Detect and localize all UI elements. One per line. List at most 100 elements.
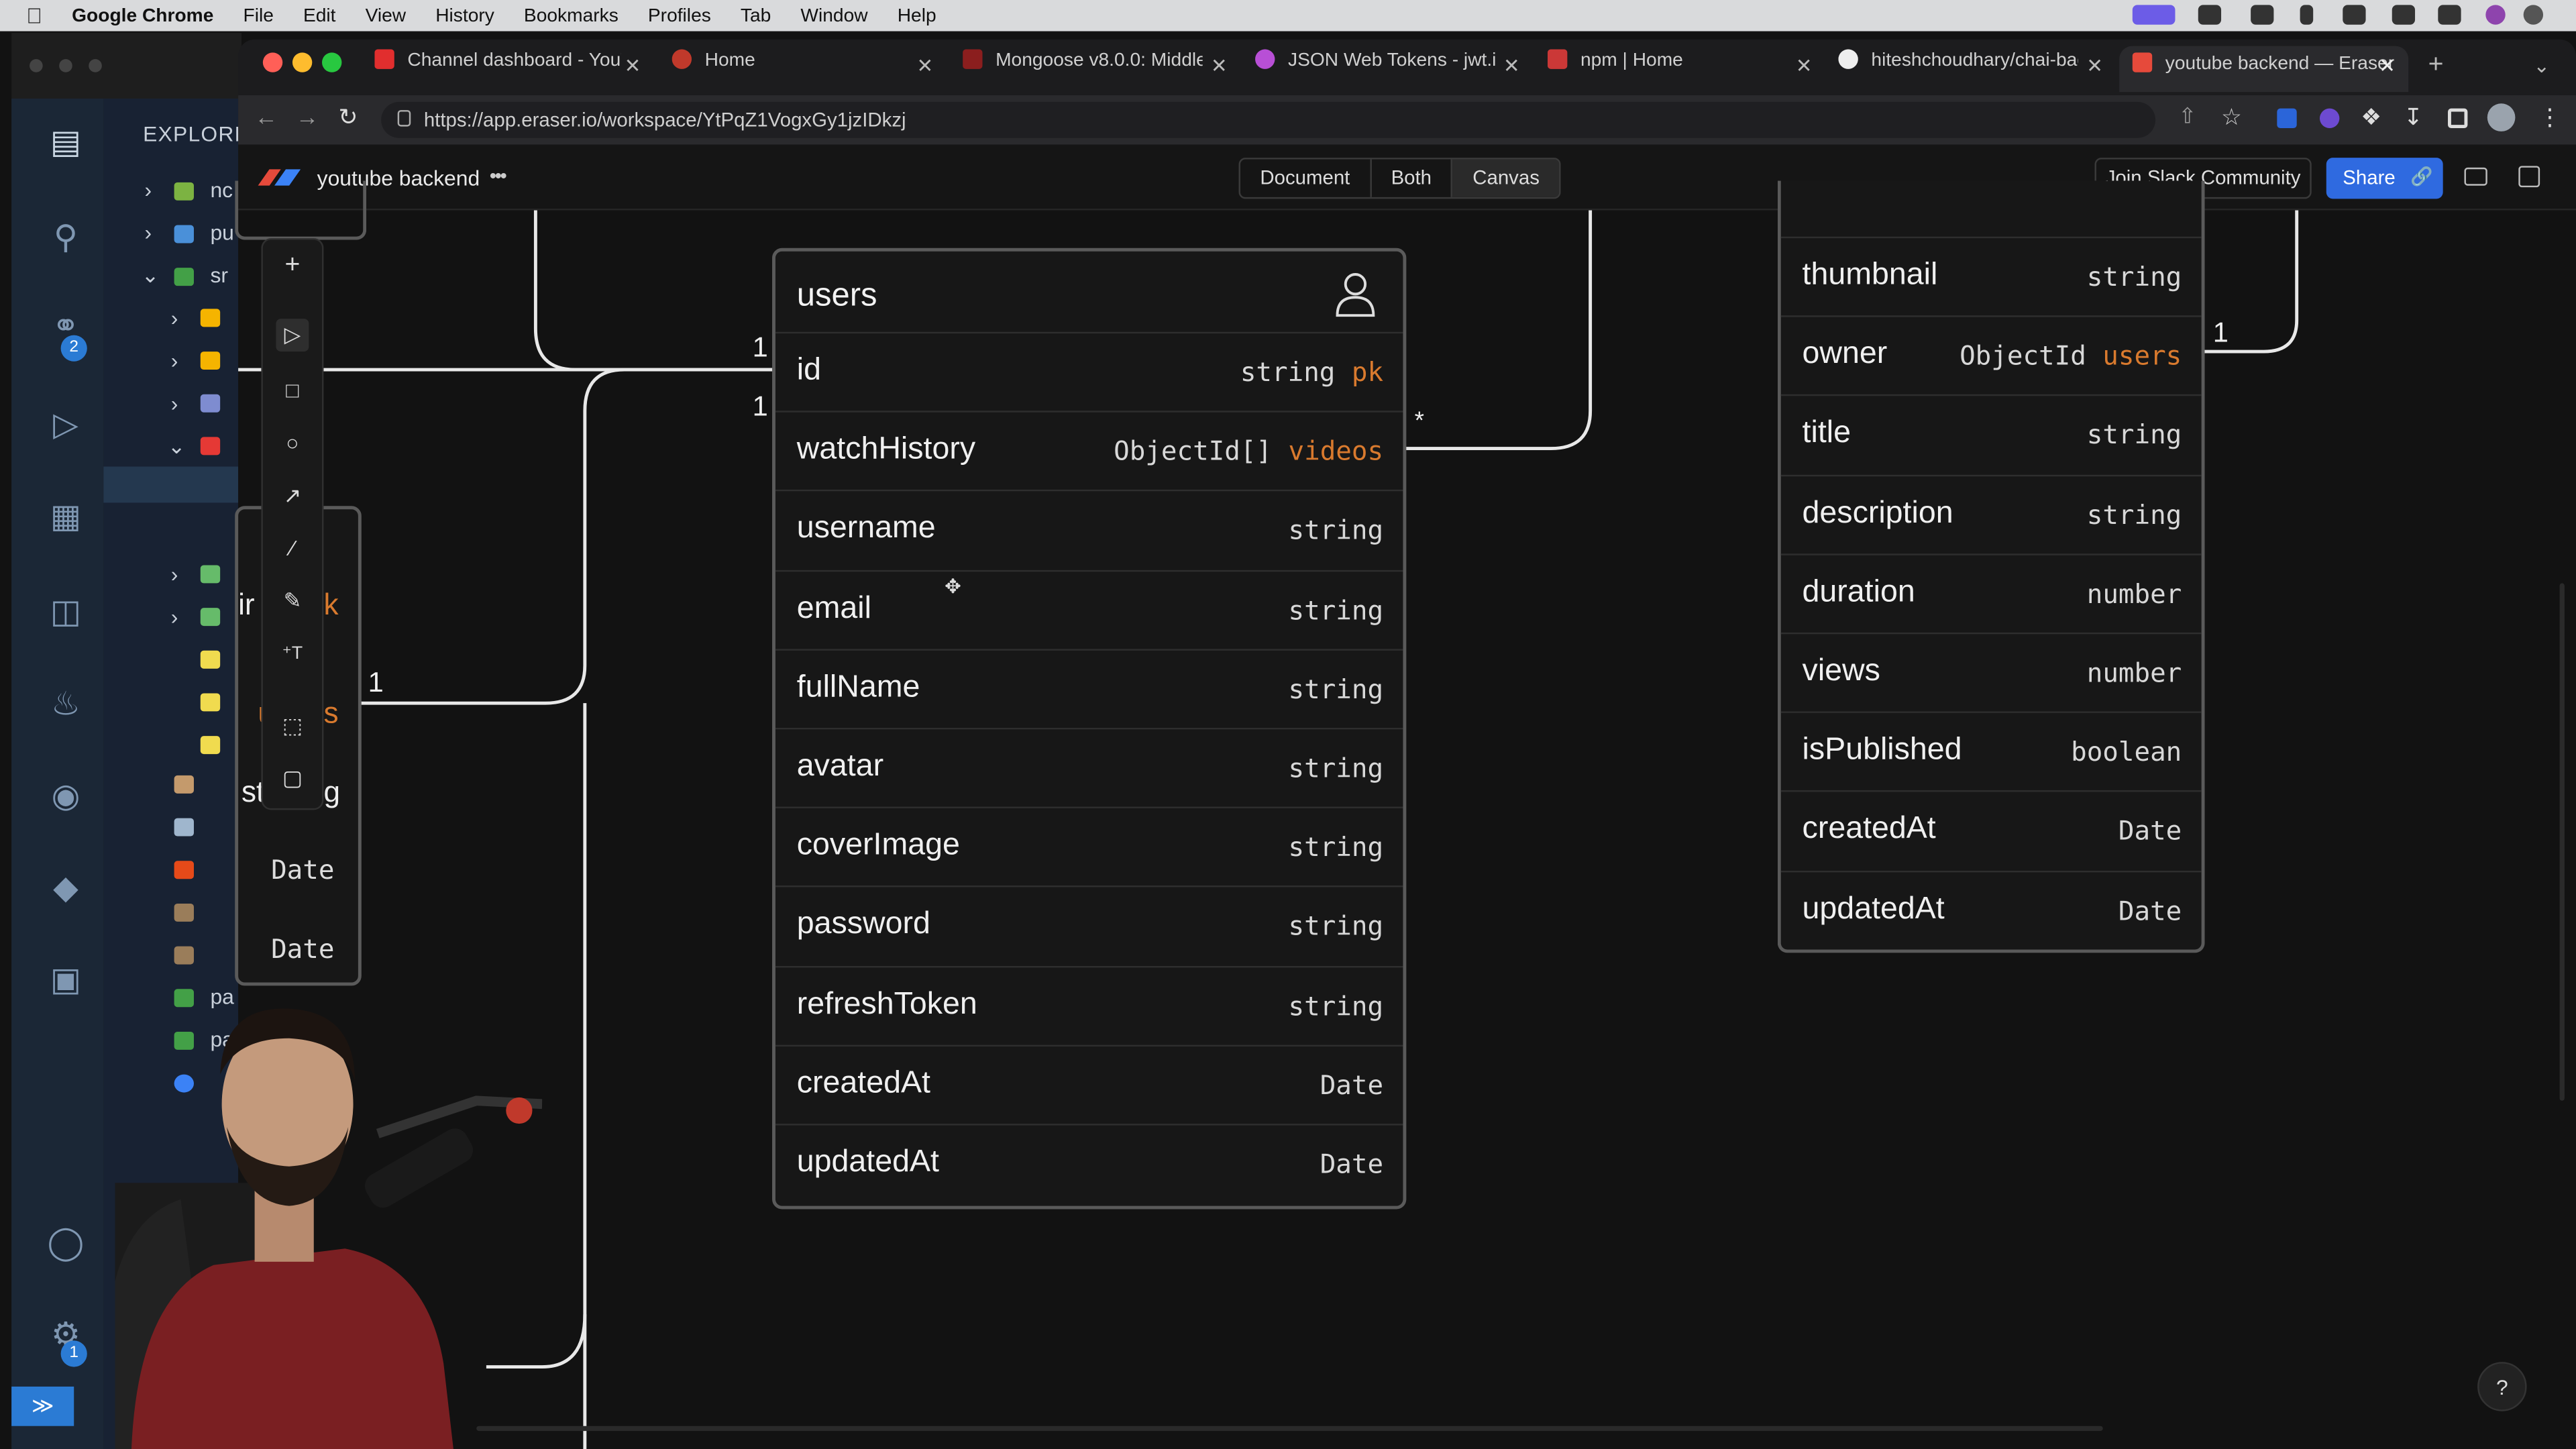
add-icon[interactable]: + (276, 250, 309, 282)
rectangle-icon[interactable]: □ (276, 374, 309, 407)
field-row[interactable]: duration number (1780, 553, 2202, 633)
user-icon (1336, 273, 1375, 317)
field-name: watchHistory (796, 432, 976, 467)
field-name: description (1802, 495, 1953, 531)
cardinality-label: 1 (2212, 317, 2229, 349)
field-row[interactable]: updatedAt Date (775, 1124, 1403, 1203)
users-entity-card[interactable]: users id string pk watchHistory ObjectId[] vi… (772, 248, 1407, 1210)
field-row[interactable]: createdAt Date (1780, 790, 2202, 870)
text-icon[interactable]: ⁺T (276, 637, 309, 670)
arrow-icon[interactable]: ↗ (276, 480, 309, 513)
field-reference: pk (1351, 356, 1384, 388)
field-row[interactable]: description string (1780, 474, 2202, 553)
field-type-value: Date (1320, 1148, 1384, 1180)
cardinality-label: * (1414, 407, 1424, 435)
field-fragment: s (323, 696, 339, 730)
field-type: Date (2118, 895, 2182, 926)
select-pointer-icon[interactable]: ▷ (276, 319, 309, 352)
field-type: string (1289, 515, 1384, 546)
field-type: string (1289, 674, 1384, 705)
field-fragment: g (323, 775, 340, 808)
connector-line (533, 210, 775, 372)
field-type-value: string (1288, 673, 1384, 705)
field-name: password (796, 907, 930, 943)
field-type: Date (1320, 1069, 1383, 1101)
field-row[interactable]: fullName string (775, 648, 1403, 728)
line-icon[interactable]: ∕ (276, 532, 309, 565)
field-reference: videos (1288, 435, 1384, 467)
field-name: avatar (796, 749, 884, 784)
field-row[interactable]: avatar string (775, 727, 1403, 807)
field-type: string (2087, 419, 2182, 451)
field-type-value: string (2086, 261, 2182, 292)
field-name: coverImage (796, 828, 960, 863)
field-type-value: Date (2118, 894, 2182, 926)
field-name: fullName (796, 669, 920, 705)
field-type-value: ObjectId (1960, 340, 2086, 372)
field-type-value: string (1288, 752, 1384, 784)
field-type: boolean (2071, 737, 2182, 768)
field-row[interactable]: refreshToken string (775, 965, 1403, 1044)
screen:  Google Chrome File Edit View History B… (0, 0, 2576, 1449)
field-type-value: ObjectId[] (1114, 435, 1273, 467)
field-type: Date (2118, 816, 2182, 847)
field-name: thumbnail (1802, 258, 1938, 292)
field-type: Date (271, 854, 335, 886)
field-row[interactable]: title string (1780, 394, 2202, 474)
partial-entity-card[interactable] (235, 180, 367, 240)
field-type-value: Date (2118, 815, 2182, 847)
horizontal-scrollbar[interactable] (476, 1426, 2103, 1432)
field-row[interactable]: watchHistory ObjectId[] videos (775, 411, 1403, 490)
circle-icon[interactable]: ○ (276, 427, 309, 460)
field-name: username (796, 511, 936, 547)
field-row[interactable]: thumbnail string (1780, 236, 2202, 316)
field-type: ObjectId[] videos (1114, 435, 1383, 467)
field-row[interactable]: email string (775, 569, 1403, 649)
field-type: string (1289, 753, 1384, 784)
field-row[interactable]: password string (775, 885, 1403, 965)
field-type: ObjectId users (1960, 340, 2182, 372)
field-name: owner (1802, 337, 1888, 372)
frame-icon[interactable]: ⬚ (276, 710, 309, 743)
field-type: Date (1320, 1148, 1383, 1180)
move-cursor-icon: ✥ (945, 575, 961, 598)
field-name: updatedAt (1802, 891, 1945, 926)
field-row[interactable]: owner ObjectId users (1780, 315, 2202, 395)
field-row[interactable]: isPublished boolean (1780, 711, 2202, 791)
field-type-value: string (1288, 910, 1384, 943)
field-type-value: string (1240, 356, 1336, 388)
drawing-toolbar: + ▷ □ ○ ↗ ∕ ✎ ⁺T ⬚ ▢ (261, 238, 324, 810)
field-row[interactable]: createdAt Date (775, 1044, 1403, 1124)
field-name: id (796, 353, 822, 388)
presenter-webcam-image (115, 1008, 543, 1449)
field-type-value: number (2086, 578, 2182, 610)
field-row[interactable]: views number (1780, 632, 2202, 712)
field-type: string (1289, 832, 1384, 863)
field-type: number (2087, 657, 2182, 689)
field-type: string (1289, 990, 1384, 1022)
field-type-value: number (2086, 657, 2182, 689)
field-type-value: Date (1320, 1069, 1384, 1101)
field-type-value: string (1288, 594, 1384, 626)
field-type: string (1289, 594, 1384, 626)
connector-line (354, 368, 775, 705)
field-row[interactable]: updatedAt Date (1780, 869, 2202, 949)
field-reference: users (2102, 340, 2182, 372)
help-button[interactable]: ? (2477, 1362, 2527, 1411)
field-name: duration (1802, 574, 1915, 610)
field-type-value: string (1288, 831, 1384, 863)
entity-title: users (796, 277, 877, 314)
field-name: email (796, 590, 871, 626)
field-name: createdAt (796, 1065, 930, 1101)
pencil-icon[interactable]: ✎ (276, 585, 309, 618)
vertical-scrollbar[interactable] (2559, 583, 2565, 1101)
videos-entity-card[interactable]: thumbnail string owner ObjectId users title st… (1777, 180, 2205, 953)
field-name: updatedAt (796, 1144, 939, 1180)
comment-icon[interactable]: ▢ (276, 762, 309, 795)
field-type: string pk (1240, 356, 1383, 388)
field-row[interactable]: username string (775, 490, 1403, 570)
field-fragment: ir (238, 588, 255, 621)
field-type-value: string (1288, 515, 1384, 547)
field-row[interactable]: id string pk (775, 331, 1403, 411)
field-row[interactable]: coverImage string (775, 806, 1403, 886)
